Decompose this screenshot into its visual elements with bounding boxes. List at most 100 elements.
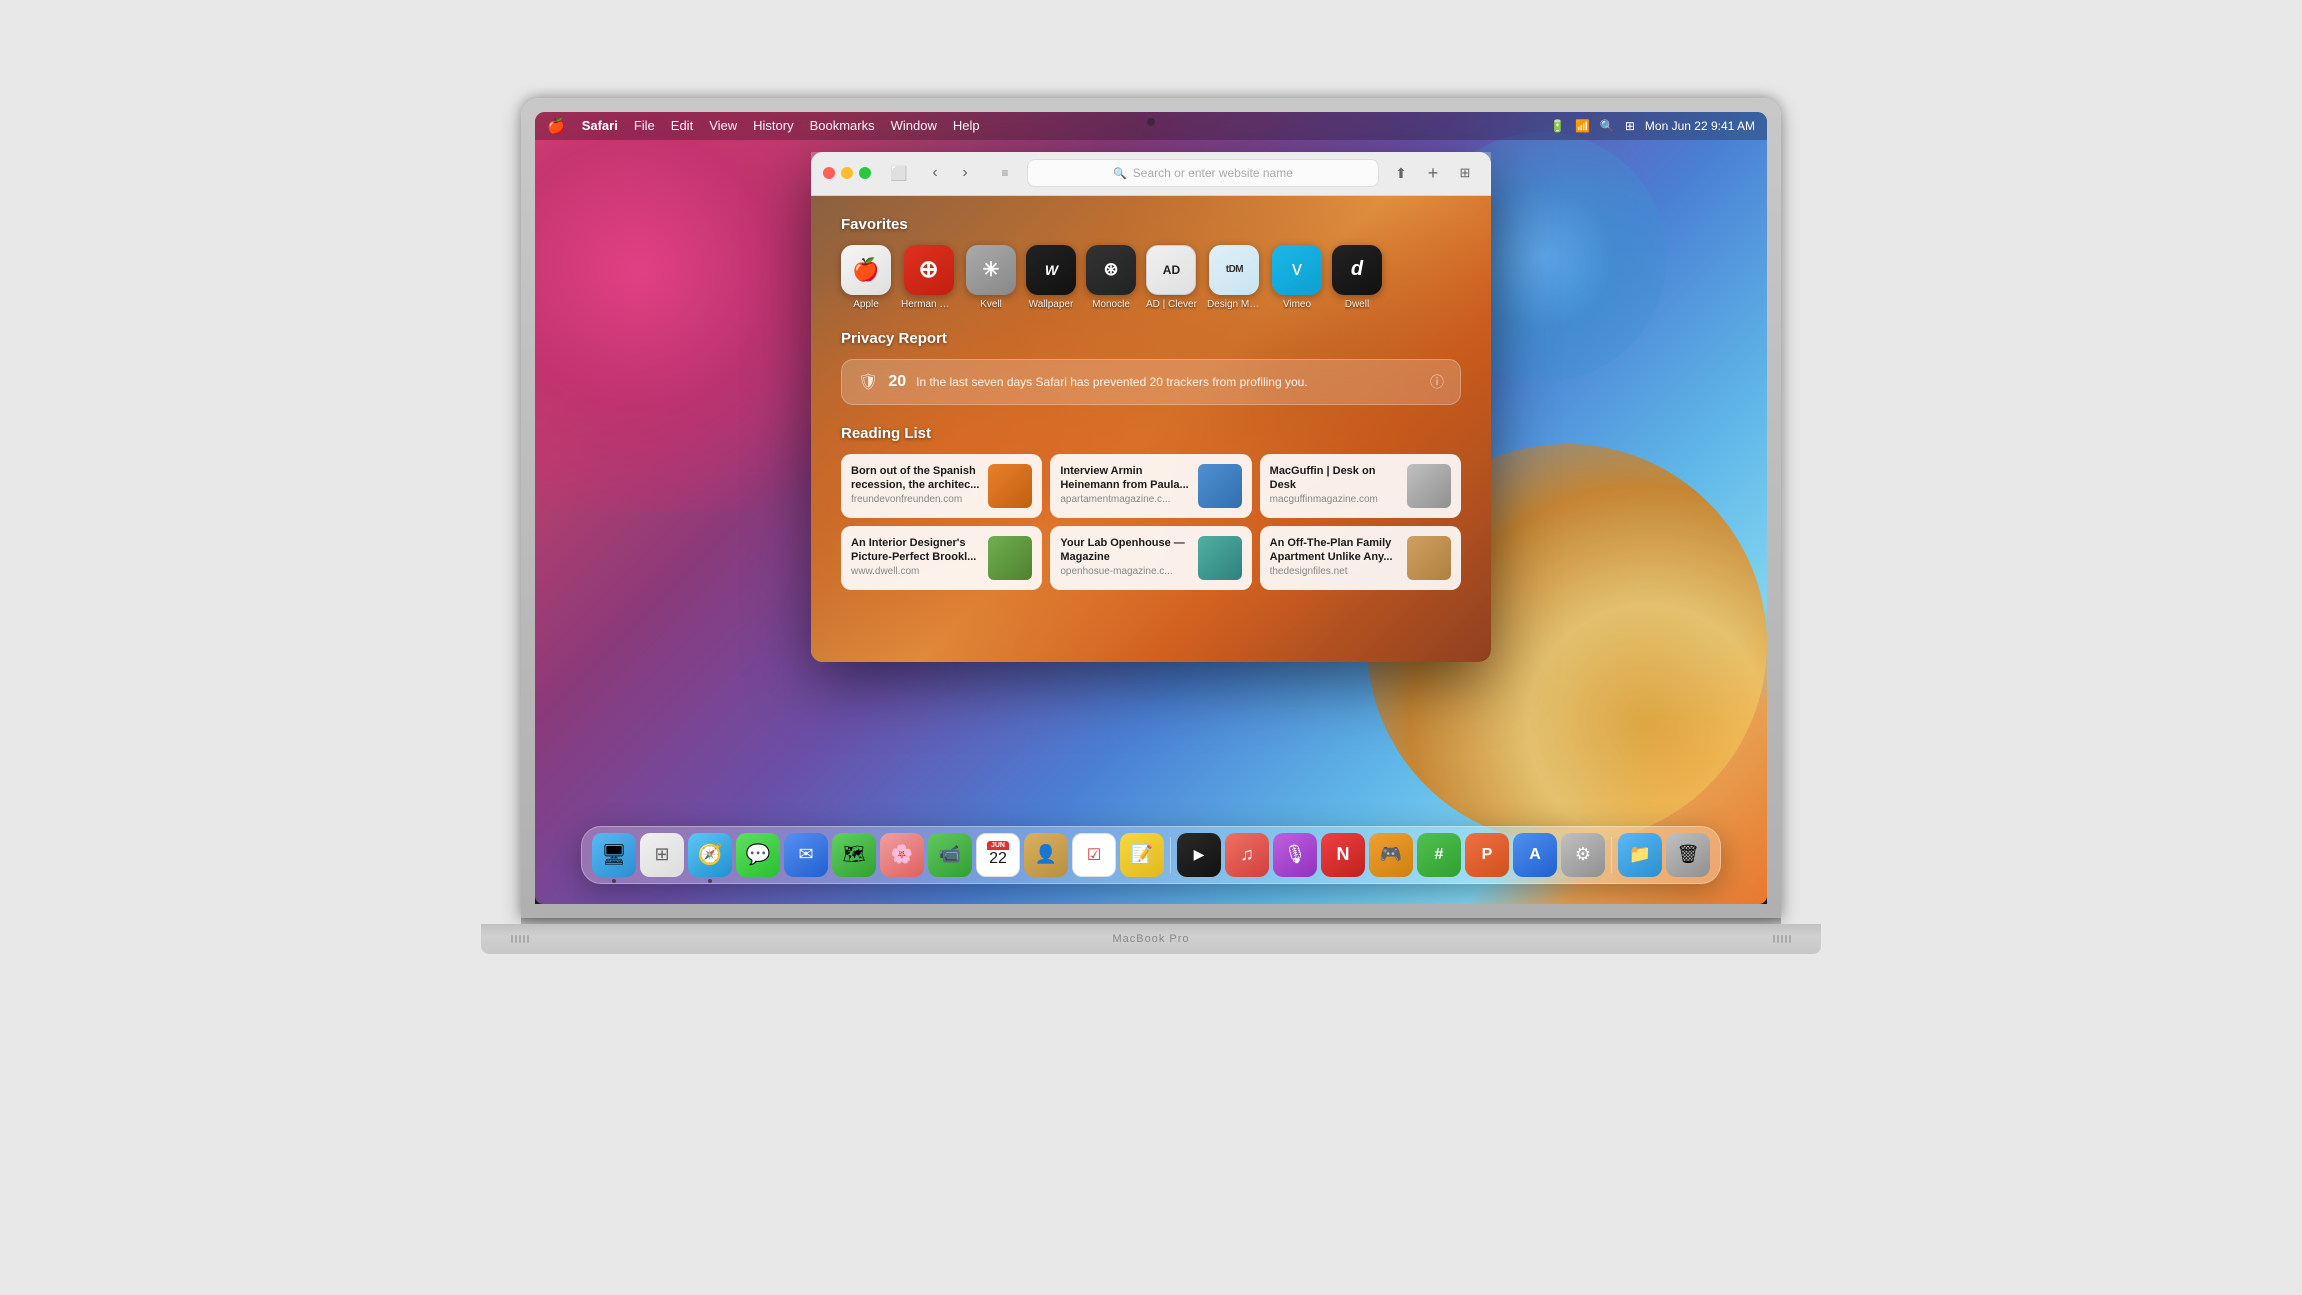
reading-item-5[interactable]: An Off-The-Plan Family Apartment Unlike … (1260, 526, 1461, 590)
dock-photos[interactable]: 🌸 (880, 833, 924, 877)
share-button[interactable]: ⬆ (1387, 159, 1415, 187)
menu-history[interactable]: History (753, 118, 793, 133)
menu-search-icon[interactable]: 🔍 (1600, 119, 1615, 133)
apple-logo[interactable]: 🍎 (547, 117, 566, 135)
forward-button[interactable]: › (951, 159, 979, 187)
safari-content: Favorites 🍎 Apple ⊕ Herman Mi (811, 196, 1491, 662)
tab-overview-button[interactable]: ⊞ (1451, 159, 1479, 187)
favorite-vimeo[interactable]: v Vimeo (1272, 245, 1322, 310)
menu-window[interactable]: Window (891, 118, 937, 133)
dock-contacts[interactable]: 👤 (1024, 833, 1068, 877)
dock-prefs[interactable]: ⚙ (1561, 833, 1605, 877)
privacy-info-icon[interactable]: ⓘ (1430, 372, 1444, 392)
toolbar-actions: ⬆ + ⊞ (1387, 159, 1479, 187)
dock-arcade[interactable]: 🎮 (1369, 833, 1413, 877)
macos-desktop: 🍎 Safari File Edit View History Bookmark… (535, 112, 1767, 904)
favorite-monocle[interactable]: ⊛ Monocle (1086, 245, 1136, 310)
favorite-hm[interactable]: ⊕ Herman Miller (901, 245, 956, 310)
menu-safari[interactable]: Safari (582, 118, 618, 133)
favorite-apple[interactable]: 🍎 Apple (841, 245, 891, 310)
back-button[interactable]: ‹ (921, 159, 949, 187)
vimeo-label: Vimeo (1283, 299, 1311, 310)
reading-item-0-thumb (988, 464, 1032, 508)
news-icon: N (1337, 844, 1350, 865)
dock-finder[interactable]: 🖥 (592, 833, 636, 877)
kvell-label: Kvell (980, 299, 1002, 310)
dock-mail[interactable]: ✉ (784, 833, 828, 877)
menu-file[interactable]: File (634, 118, 655, 133)
menu-wifi-icon: 📶 (1575, 119, 1590, 133)
trash-icon: 🗑 (1677, 844, 1700, 865)
address-bar[interactable]: 🔍 Search or enter website name (1027, 159, 1379, 187)
favorite-dwell[interactable]: d Dwell (1332, 245, 1382, 310)
dock-podcasts[interactable]: 🎙 (1273, 833, 1317, 877)
dock-launchpad[interactable]: ⊞ (640, 833, 684, 877)
dock-safari[interactable]: 🧭 (688, 833, 732, 877)
reading-item-2-title: MacGuffin | Desk on Desk (1270, 464, 1399, 493)
dock-messages[interactable]: 💬 (736, 833, 780, 877)
dock-music[interactable]: ♫ (1225, 833, 1269, 877)
hm-icon: ⊕ (904, 245, 954, 295)
safari-window: ⬜ ‹ › ≡ 🔍 Search or enter website name (811, 152, 1491, 662)
menu-edit[interactable]: Edit (671, 118, 693, 133)
design-icon: tDM (1209, 245, 1259, 295)
traffic-lights (823, 167, 871, 179)
privacy-count: 20 (888, 373, 906, 391)
dock-calendar[interactable]: JUN 22 (976, 833, 1020, 877)
dock-appstore[interactable]: A (1513, 833, 1557, 877)
dock-numbers[interactable]: # (1417, 833, 1461, 877)
reading-item-3-title: An Interior Designer's Picture-Perfect B… (851, 536, 980, 565)
dock-maps[interactable]: 🗺 (832, 833, 876, 877)
dock-pages[interactable]: P (1465, 833, 1509, 877)
menu-view[interactable]: View (709, 118, 737, 133)
dwell-icon: d (1332, 245, 1382, 295)
reader-button[interactable]: ≡ (991, 159, 1019, 187)
maximize-button[interactable] (859, 167, 871, 179)
messages-icon: 💬 (746, 842, 771, 867)
reading-item-1-thumb (1198, 464, 1242, 508)
dock-appletv[interactable]: ▶ (1177, 833, 1221, 877)
privacy-message: In the last seven days Safari has preven… (916, 375, 1420, 389)
menu-controlcenter-icon[interactable]: ⊞ (1625, 119, 1635, 133)
reading-item-2-text: MacGuffin | Desk on Desk macguffinmagazi… (1270, 464, 1399, 508)
reading-item-5-text: An Off-The-Plan Family Apartment Unlike … (1270, 536, 1399, 580)
photos-icon: 🌸 (891, 844, 913, 865)
dock-facetime[interactable]: 📹 (928, 833, 972, 877)
new-tab-button[interactable]: + (1419, 159, 1447, 187)
dock: 🖥 ⊞ 🧭 💬 (581, 826, 1721, 884)
favorite-design[interactable]: tDM Design Museum (1207, 245, 1262, 310)
dock-reminders[interactable]: ☑ (1072, 833, 1116, 877)
dock-trash[interactable]: 🗑 (1666, 833, 1710, 877)
files-icon: 📁 (1629, 844, 1651, 865)
privacy-report-box[interactable]: 🛡 20 In the last seven days Safari has p… (841, 359, 1461, 405)
reading-item-5-thumb (1407, 536, 1451, 580)
minimize-button[interactable] (841, 167, 853, 179)
kvell-icon: ✳ (966, 245, 1016, 295)
menu-bookmarks[interactable]: Bookmarks (810, 118, 875, 133)
favorite-wallpaper[interactable]: W Wallpaper (1026, 245, 1076, 310)
dock-news[interactable]: N (1321, 833, 1365, 877)
favorite-kvell[interactable]: ✳ Kvell (966, 245, 1016, 310)
reading-item-4[interactable]: Your Lab Openhouse — Magazine openhosue-… (1050, 526, 1251, 590)
menu-help[interactable]: Help (953, 118, 980, 133)
dock-files[interactable]: 📁 (1618, 833, 1662, 877)
reading-item-1[interactable]: Interview Armin Heinemann from Paula... … (1050, 454, 1251, 518)
reading-item-5-url: thedesignfiles.net (1270, 566, 1399, 577)
reading-item-0[interactable]: Born out of the Spanish recession, the a… (841, 454, 1042, 518)
reading-item-2[interactable]: MacGuffin | Desk on Desk macguffinmagazi… (1260, 454, 1461, 518)
pages-icon: P (1482, 846, 1493, 864)
favorites-section: Favorites 🍎 Apple ⊕ Herman Mi (841, 216, 1461, 310)
new-tab-content: Favorites 🍎 Apple ⊕ Herman Mi (811, 196, 1491, 662)
prefs-icon: ⚙ (1575, 844, 1591, 865)
wallpaper-label: Wallpaper (1029, 299, 1074, 310)
reading-item-3-text: An Interior Designer's Picture-Perfect B… (851, 536, 980, 580)
menu-bar: 🍎 Safari File Edit View History Bookmark… (535, 112, 1767, 140)
nav-buttons: ‹ › (921, 159, 979, 187)
dock-notes[interactable]: 📝 (1120, 833, 1164, 877)
calendar-content: JUN 22 (989, 843, 1007, 867)
favorite-ad[interactable]: AD AD | Clever (1146, 245, 1197, 310)
sidebar-toggle[interactable]: ⬜ (885, 159, 913, 187)
reminders-icon: ☑ (1087, 845, 1101, 865)
reading-item-3[interactable]: An Interior Designer's Picture-Perfect B… (841, 526, 1042, 590)
close-button[interactable] (823, 167, 835, 179)
